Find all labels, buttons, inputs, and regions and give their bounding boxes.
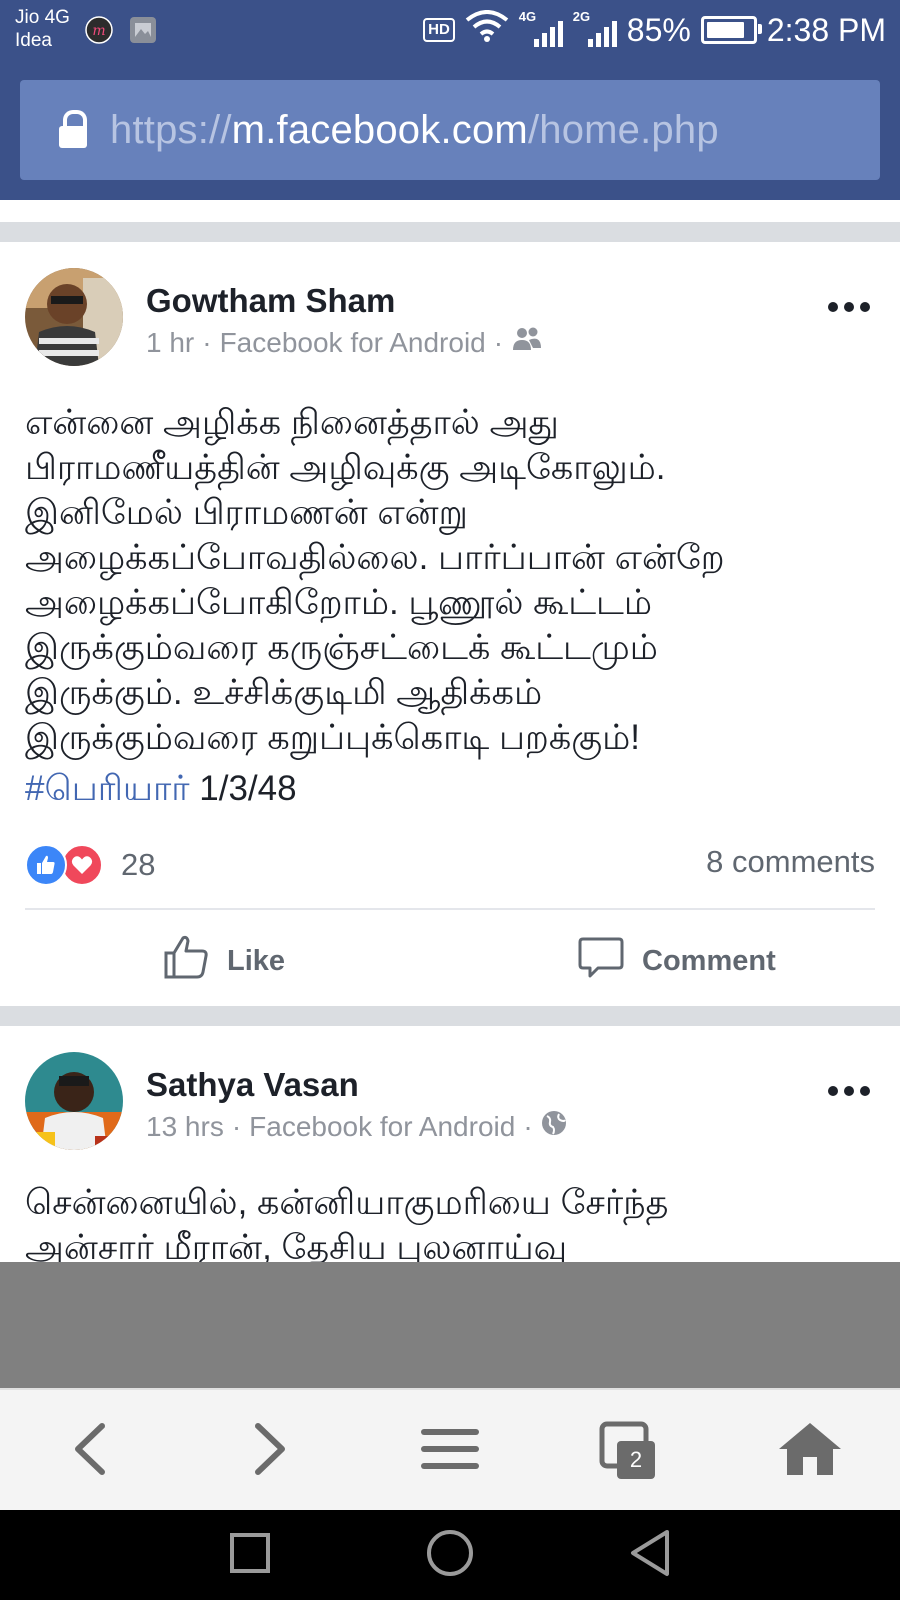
feed-post: Sathya Vasan 13 hrs · Facebook for Andro…	[0, 1026, 900, 1262]
home-icon	[777, 1421, 843, 1482]
post-text: சென்னையில், கன்னியாகுமரியை சேர்ந்த அன்சா…	[25, 1183, 669, 1262]
browser-header: https://m.facebook.com/home.php	[0, 60, 900, 200]
lock-icon	[56, 110, 90, 150]
square-icon	[228, 1531, 272, 1580]
reactions-summary[interactable]: 28	[25, 844, 156, 886]
triangle-back-icon	[627, 1528, 673, 1583]
signal-icon: 2G	[573, 9, 617, 47]
back-button[interactable]	[30, 1390, 150, 1512]
hashtag-link[interactable]: #பெரியார்	[25, 769, 190, 808]
author-name[interactable]: Sathya Vasan	[146, 1066, 359, 1104]
comment-icon	[578, 934, 624, 988]
post-source: Facebook for Android	[219, 326, 486, 358]
feed-post: Gowtham Sham 1 hr · Facebook for Android…	[0, 242, 900, 1006]
post-meta: 13 hrs · Facebook for Android ·	[146, 1110, 567, 1143]
actions-divider	[25, 908, 875, 910]
clock: 2:38 PM	[766, 11, 886, 48]
back-nav-button[interactable]	[590, 1510, 710, 1600]
post-text: என்னை அழிக்க நினைத்தால் அது பிராமணீயத்தி…	[25, 403, 725, 808]
page-overlay	[0, 1262, 900, 1388]
chevron-left-icon	[70, 1422, 110, 1481]
post-meta: 1 hr · Facebook for Android ·	[146, 326, 543, 359]
home-button[interactable]	[750, 1390, 870, 1512]
circle-icon	[425, 1528, 475, 1583]
browser-toolbar: 2	[0, 1388, 900, 1512]
feed-divider	[0, 1006, 900, 1026]
svg-text:m: m	[92, 23, 105, 39]
battery-percent: 85%	[626, 11, 691, 48]
status-bar: Jio 4G Idea m HD 4G 2G 85% 2:38 PM	[0, 0, 900, 60]
author-name[interactable]: Gowtham Sham	[146, 282, 395, 320]
hd-badge: HD	[423, 18, 455, 42]
forward-button[interactable]	[210, 1390, 330, 1512]
signal-icon: 4G	[519, 9, 563, 47]
menu-button[interactable]	[390, 1390, 510, 1512]
feed-divider	[0, 222, 900, 242]
post-date-text: 1/3/48	[199, 769, 297, 808]
more-options-button[interactable]	[828, 1086, 870, 1096]
like-button[interactable]: Like	[163, 934, 285, 988]
like-reaction-icon	[25, 844, 67, 886]
recents-button[interactable]	[190, 1510, 310, 1600]
avatar[interactable]	[25, 268, 123, 366]
post-source: Facebook for Android	[249, 1110, 516, 1142]
home-nav-button[interactable]	[390, 1510, 510, 1600]
post-time[interactable]: 13 hrs	[146, 1111, 224, 1143]
chevron-right-icon	[250, 1422, 290, 1481]
more-options-button[interactable]	[828, 302, 870, 312]
tab-count: 2	[617, 1441, 655, 1479]
comments-count-link[interactable]: 8 comments	[706, 844, 875, 880]
avatar[interactable]	[25, 1052, 123, 1150]
thumbs-up-icon	[163, 934, 209, 988]
carrier-label: Jio 4G Idea	[15, 7, 70, 51]
address-bar[interactable]: https://m.facebook.com/home.php	[20, 80, 880, 180]
tabs-icon: 2	[599, 1421, 661, 1481]
post-time[interactable]: 1 hr	[146, 327, 194, 359]
system-nav-bar	[0, 1510, 900, 1600]
gallery-icon	[129, 16, 157, 49]
battery-icon	[700, 16, 762, 44]
wifi-icon	[465, 10, 509, 50]
hamburger-menu-icon	[421, 1427, 479, 1476]
love-reaction-icon	[61, 844, 103, 886]
messenger-icon: m	[84, 15, 114, 50]
reaction-count: 28	[121, 847, 156, 882]
url-text[interactable]: https://m.facebook.com/home.php	[110, 108, 719, 153]
comment-button[interactable]: Comment	[578, 934, 776, 988]
tabs-button[interactable]: 2	[570, 1390, 690, 1512]
globe-icon	[541, 1110, 567, 1143]
friends-icon	[511, 326, 543, 359]
